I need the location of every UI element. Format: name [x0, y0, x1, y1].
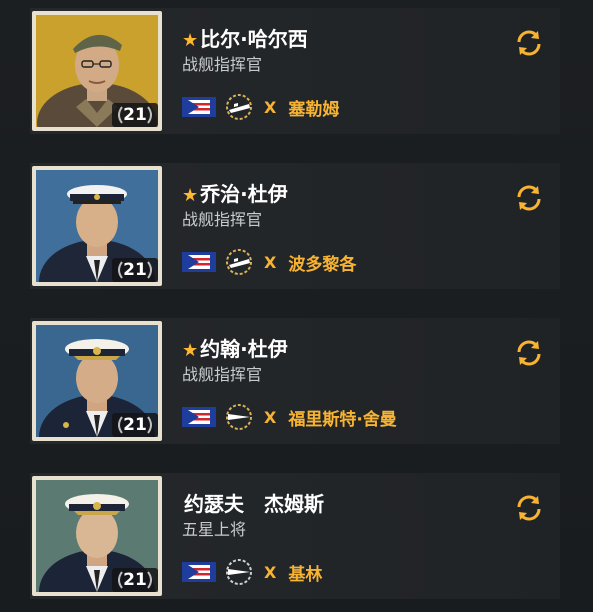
- commander-card[interactable]: 21 ★ 比尔·哈尔西 战舰指挥官 X 塞勒姆: [30, 8, 560, 134]
- swap-commander-button[interactable]: [514, 28, 544, 58]
- level-badge: 21: [112, 413, 158, 437]
- level-badge: 21: [112, 258, 158, 282]
- commander-list: 21 ★ 比尔·哈尔西 战舰指挥官 X 塞勒姆 21 ★ 乔治·杜伊 战舰指挥官…: [0, 0, 593, 612]
- pan-america-flag-icon: [182, 97, 216, 117]
- commander-level: 21: [123, 260, 147, 280]
- ship-name: 塞勒姆: [288, 99, 340, 120]
- commander-card[interactable]: 21 ★ 约翰·杜伊 战舰指挥官 X 福里斯特·舍曼: [30, 318, 560, 444]
- commander-name-text: 比尔·哈尔西: [200, 27, 308, 51]
- ship-name: 福里斯特·舍曼: [288, 409, 397, 430]
- ship-tier: X: [264, 407, 277, 427]
- level-badge: 21: [112, 568, 158, 592]
- commander-card[interactable]: 21 ★ 乔治·杜伊 战舰指挥官 X 波多黎各: [30, 163, 560, 289]
- commander-name-text: 约瑟夫 杰姆斯: [184, 492, 324, 516]
- commander-name: ★ 比尔·哈尔西: [182, 23, 308, 52]
- battleship-icon: [226, 404, 252, 430]
- commander-portrait-frame: 21: [32, 166, 162, 286]
- commander-rank: 五星上将: [182, 520, 247, 539]
- elite-star-icon: ★: [182, 30, 199, 51]
- ship-name: 基林: [288, 564, 323, 585]
- commander-level: 21: [123, 105, 147, 125]
- commander-rank: 战舰指挥官: [182, 365, 263, 384]
- commander-card[interactable]: 21 约瑟夫 杰姆斯 五星上将 X 基林: [30, 473, 560, 599]
- ship-tier: X: [264, 252, 277, 272]
- battleship-elite-icon: [226, 249, 252, 275]
- commander-level: 21: [123, 415, 147, 435]
- assigned-ship: X 福里斯特·舍曼: [182, 404, 397, 430]
- commander-rank: 战舰指挥官: [182, 55, 263, 74]
- assigned-ship: X 基林: [182, 559, 322, 585]
- assigned-ship: X 塞勒姆: [182, 94, 339, 120]
- pan-america-flag-icon: [182, 252, 216, 272]
- ship-tier: X: [264, 562, 277, 582]
- commander-level: 21: [123, 570, 147, 590]
- elite-star-icon: ★: [182, 185, 199, 206]
- commander-portrait-frame: 21: [32, 476, 162, 596]
- commander-portrait-frame: 21: [32, 11, 162, 131]
- commander-name-text: 约翰·杜伊: [200, 337, 288, 361]
- commander-portrait-frame: 21: [32, 321, 162, 441]
- swap-commander-button[interactable]: [514, 183, 544, 213]
- elite-star-icon: ★: [182, 340, 199, 361]
- assigned-ship: X 波多黎各: [182, 249, 356, 275]
- level-badge: 21: [112, 103, 158, 127]
- commander-name: 约瑟夫 杰姆斯: [182, 488, 324, 517]
- ship-tier: X: [264, 97, 277, 117]
- pan-america-flag-icon: [182, 562, 216, 582]
- commander-rank: 战舰指挥官: [182, 210, 263, 229]
- battleship-icon: [226, 559, 252, 585]
- swap-commander-button[interactable]: [514, 493, 544, 523]
- commander-name-text: 乔治·杜伊: [200, 182, 288, 206]
- commander-name: ★ 乔治·杜伊: [182, 178, 288, 207]
- commander-name: ★ 约翰·杜伊: [182, 333, 288, 362]
- ship-name: 波多黎各: [288, 254, 357, 275]
- swap-commander-button[interactable]: [514, 338, 544, 368]
- battleship-elite-icon: [226, 94, 252, 120]
- pan-america-flag-icon: [182, 407, 216, 427]
